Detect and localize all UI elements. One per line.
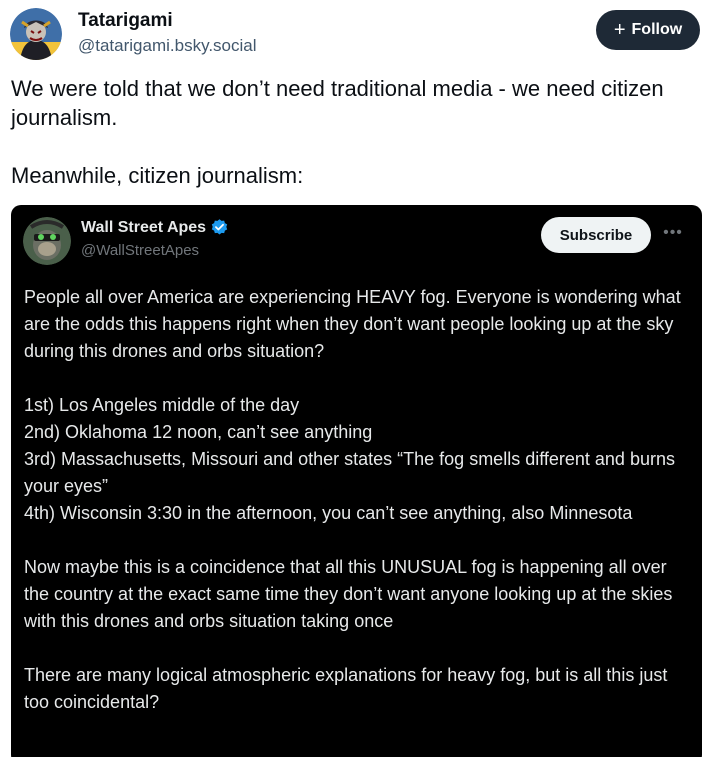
follow-label: Follow [631, 21, 683, 38]
author-name[interactable]: Tatarigami [78, 10, 173, 32]
embed-paragraph: There are many logical atmospheric expla… [24, 665, 668, 712]
embed-list-item: 4th) Wisconsin 3:30 in the afternoon, yo… [24, 503, 633, 523]
verified-badge-icon [210, 218, 229, 237]
embed-paragraph: Now maybe this is a coincidence that all… [24, 557, 673, 631]
author-avatar[interactable] [10, 8, 62, 60]
embed-list-item: 2nd) Oklahoma 12 noon, can’t see anythin… [24, 422, 373, 442]
embed-author-name: Wall Street Apes [81, 218, 207, 236]
embed-list-item: 3rd) Massachusetts, Missouri and other s… [24, 449, 675, 496]
more-dots-icon: ••• [663, 224, 683, 241]
embed-paragraph: People all over America are experiencing… [24, 287, 681, 361]
embed-body: People all over America are experiencing… [24, 284, 690, 716]
plus-icon: + [613, 19, 626, 41]
post-paragraph: We were told that we don’t need traditio… [11, 76, 664, 130]
post-header: Tatarigami @tatarigami.bsky.social + Fol… [10, 8, 700, 64]
embed-author-avatar [23, 217, 71, 265]
post-paragraph: Meanwhile, citizen journalism: [11, 163, 304, 188]
embed-list-item: 1st) Los Angeles middle of the day [24, 395, 300, 415]
author-handle[interactable]: @tatarigami.bsky.social [78, 36, 257, 56]
follow-button[interactable]: + Follow [596, 10, 700, 50]
embed-list: 1st) Los Angeles middle of the day 2nd) … [24, 392, 690, 527]
embed-author-handle: @WallStreetApes [81, 242, 200, 259]
post-text: We were told that we don’t need traditio… [11, 74, 691, 190]
embed-name-row: Wall Street Apes [81, 218, 229, 237]
embed-subscribe-button: Subscribe [541, 217, 651, 253]
embedded-screenshot-image[interactable]: Wall Street Apes @WallStreetApes Subscri… [11, 205, 702, 757]
